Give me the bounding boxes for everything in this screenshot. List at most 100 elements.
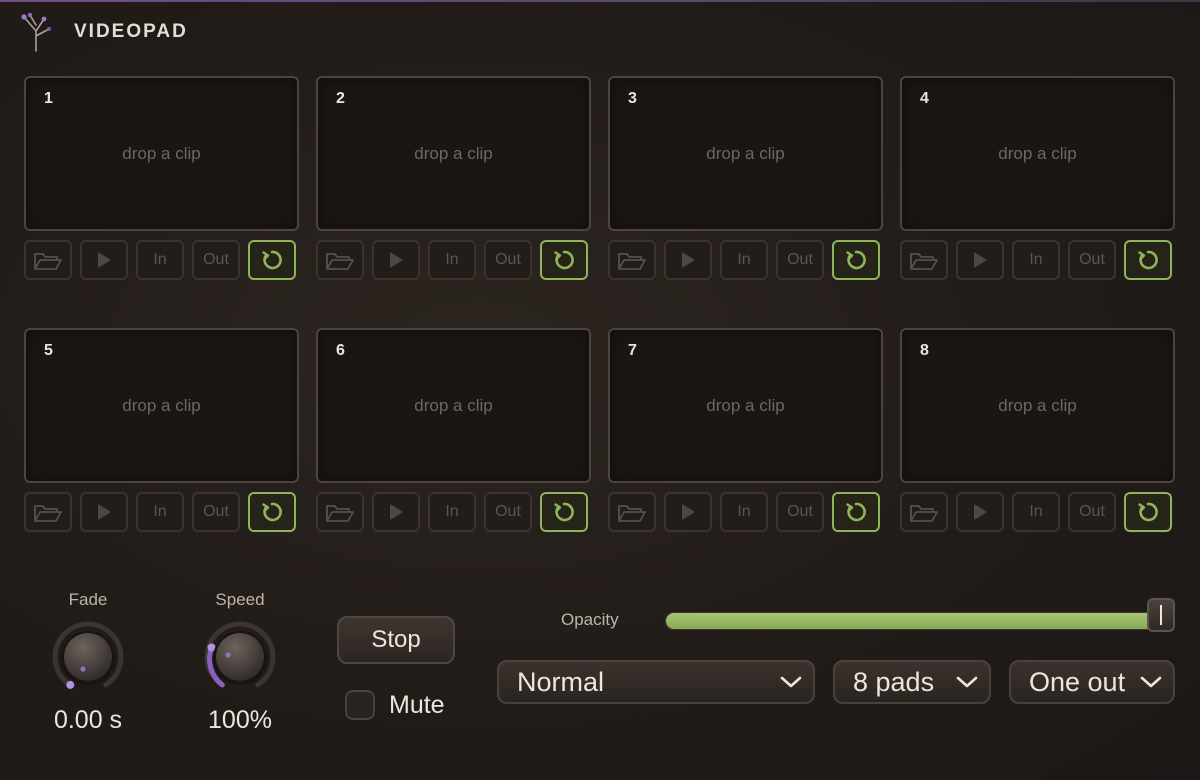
play-button[interactable] xyxy=(956,492,1004,532)
play-icon xyxy=(972,503,988,521)
loop-icon xyxy=(1136,500,1160,524)
open-clip-button[interactable] xyxy=(608,240,656,280)
pad-drop-zone[interactable]: 1 drop a clip xyxy=(24,76,299,231)
app-header: VIDEOPAD xyxy=(16,10,188,54)
play-icon xyxy=(388,503,404,521)
fade-knob[interactable] xyxy=(45,618,131,704)
set-in-button[interactable]: In xyxy=(1012,240,1060,280)
set-in-button[interactable]: In xyxy=(428,240,476,280)
open-clip-button[interactable] xyxy=(316,492,364,532)
pad-controls: In Out xyxy=(316,240,591,282)
set-out-button[interactable]: Out xyxy=(776,492,824,532)
play-button[interactable] xyxy=(372,240,420,280)
speed-value: 100% xyxy=(208,706,272,734)
pad-number: 6 xyxy=(336,342,345,359)
open-clip-button[interactable] xyxy=(900,240,948,280)
speed-knob[interactable] xyxy=(197,618,283,704)
set-in-button[interactable]: In xyxy=(428,492,476,532)
loop-toggle-button[interactable] xyxy=(248,492,296,532)
mute-checkbox[interactable] xyxy=(345,690,375,720)
open-clip-button[interactable] xyxy=(900,492,948,532)
set-out-button[interactable]: Out xyxy=(192,492,240,532)
pad-drop-zone[interactable]: 2 drop a clip xyxy=(316,76,591,231)
loop-toggle-button[interactable] xyxy=(832,492,880,532)
play-icon xyxy=(96,251,112,269)
pad-placeholder: drop a clip xyxy=(414,396,493,415)
pad-count-value: 8 pads xyxy=(853,666,935,697)
open-clip-button[interactable] xyxy=(24,492,72,532)
loop-toggle-button[interactable] xyxy=(540,240,588,280)
play-button[interactable] xyxy=(80,240,128,280)
pad-number: 5 xyxy=(44,342,53,359)
window-top-accent xyxy=(0,0,1200,2)
pad-placeholder: drop a clip xyxy=(706,396,785,415)
speed-label: Speed xyxy=(215,590,265,609)
play-icon xyxy=(972,251,988,269)
pad-drop-zone[interactable]: 7 drop a clip xyxy=(608,328,883,483)
blend-mode-select[interactable]: Normal xyxy=(497,660,815,704)
play-button[interactable] xyxy=(372,492,420,532)
folder-icon xyxy=(33,501,63,523)
pad-drop-zone[interactable]: 5 drop a clip xyxy=(24,328,299,483)
open-clip-button[interactable] xyxy=(316,240,364,280)
pad-placeholder: drop a clip xyxy=(706,144,785,163)
pad-controls: In Out xyxy=(316,492,591,534)
folder-icon xyxy=(617,501,647,523)
fade-knob-dial-icon xyxy=(52,621,124,689)
logo-icon xyxy=(21,12,51,52)
play-icon xyxy=(388,251,404,269)
pad-drop-zone[interactable]: 6 drop a clip xyxy=(316,328,591,483)
pad-count-select[interactable]: 8 pads xyxy=(833,660,991,704)
opacity-slider-thumb[interactable] xyxy=(1147,598,1175,632)
set-out-button[interactable]: Out xyxy=(776,240,824,280)
loop-toggle-button[interactable] xyxy=(1124,240,1172,280)
opacity-slider[interactable] xyxy=(665,598,1175,632)
set-in-button[interactable]: In xyxy=(720,492,768,532)
pad-controls: In Out xyxy=(608,492,883,534)
set-in-button[interactable]: In xyxy=(136,240,184,280)
pad-number: 8 xyxy=(920,342,929,359)
pad-controls: In Out xyxy=(608,240,883,282)
pad-drop-zone[interactable]: 4 drop a clip xyxy=(900,76,1175,231)
pad-number: 3 xyxy=(628,90,637,107)
set-in-button[interactable]: In xyxy=(136,492,184,532)
set-out-button[interactable]: Out xyxy=(1068,492,1116,532)
loop-toggle-button[interactable] xyxy=(1124,492,1172,532)
set-out-button[interactable]: Out xyxy=(1068,240,1116,280)
blend-mode-value: Normal xyxy=(517,666,605,697)
set-out-button[interactable]: Out xyxy=(484,240,532,280)
loop-icon xyxy=(552,248,576,272)
set-out-button[interactable]: Out xyxy=(484,492,532,532)
output-mode-value: One out xyxy=(1029,666,1126,697)
set-out-button[interactable]: Out xyxy=(192,240,240,280)
stop-button[interactable]: Stop xyxy=(337,616,455,664)
mute-toggle[interactable]: Mute xyxy=(345,690,445,720)
loop-toggle-button[interactable] xyxy=(540,492,588,532)
loop-toggle-button[interactable] xyxy=(832,240,880,280)
pad-drop-zone[interactable]: 8 drop a clip xyxy=(900,328,1175,483)
folder-icon xyxy=(909,501,939,523)
play-button[interactable] xyxy=(664,492,712,532)
open-clip-button[interactable] xyxy=(24,240,72,280)
pad-number: 7 xyxy=(628,342,637,359)
loop-toggle-button[interactable] xyxy=(248,240,296,280)
play-button[interactable] xyxy=(956,240,1004,280)
set-in-button[interactable]: In xyxy=(1012,492,1060,532)
pad-controls: In Out xyxy=(900,240,1175,282)
open-clip-button[interactable] xyxy=(608,492,656,532)
chevron-down-icon xyxy=(1140,676,1162,688)
output-mode-select[interactable]: One out xyxy=(1009,660,1175,704)
loop-icon xyxy=(260,500,284,524)
play-button[interactable] xyxy=(664,240,712,280)
folder-icon xyxy=(325,501,355,523)
set-in-button[interactable]: In xyxy=(720,240,768,280)
pad-drop-zone[interactable]: 3 drop a clip xyxy=(608,76,883,231)
fade-label: Fade xyxy=(68,590,108,609)
opacity-slider-fill xyxy=(666,613,1161,629)
play-icon xyxy=(680,251,696,269)
loop-icon xyxy=(260,248,284,272)
opacity-label: Opacity xyxy=(561,610,619,629)
pad-controls: In Out xyxy=(24,240,299,282)
play-button[interactable] xyxy=(80,492,128,532)
play-icon xyxy=(96,503,112,521)
